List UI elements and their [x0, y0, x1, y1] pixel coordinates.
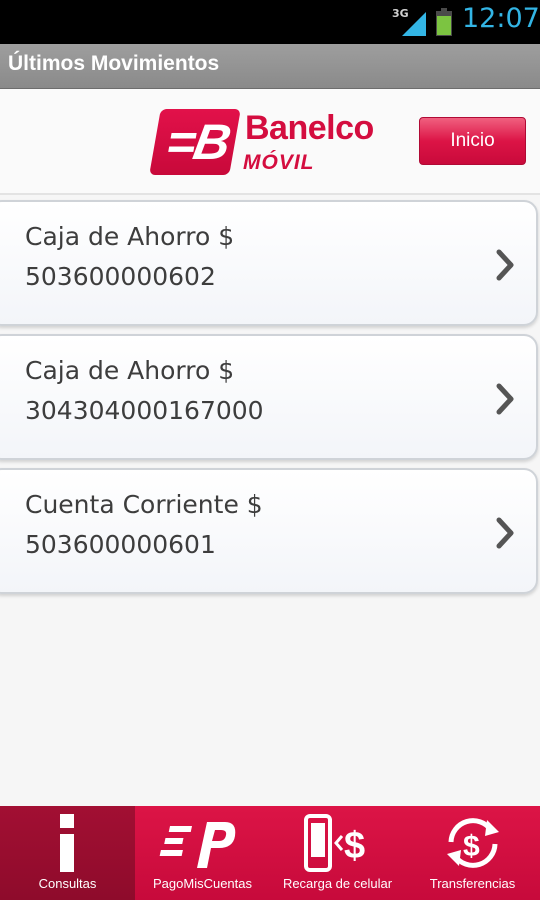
transfer-icon: $	[447, 818, 499, 868]
signal-icon	[402, 12, 426, 36]
account-number: 503600000602	[25, 262, 216, 291]
battery-icon	[436, 8, 452, 36]
nav-consultas[interactable]: Consultas	[0, 806, 135, 900]
logo-subtitle: MÓVIL	[243, 151, 315, 174]
page-title: Últimos Movimientos	[8, 52, 220, 75]
nav-transferencias[interactable]: $ Transferencias	[405, 806, 540, 900]
info-icon	[60, 814, 74, 872]
bottom-nav: Consultas PagoMisCuentas $ Recarga de ce…	[0, 806, 540, 900]
account-item[interactable]: Caja de Ahorro $ 503600000602	[0, 200, 538, 326]
nav-label: Consultas	[38, 876, 97, 891]
account-type: Caja de Ahorro $	[25, 356, 235, 385]
chevron-right-icon	[496, 249, 514, 281]
phone-recharge-icon: $	[304, 814, 365, 872]
title-bar: Últimos Movimientos	[0, 44, 540, 89]
nav-recarga-celular[interactable]: $ Recarga de celular	[270, 806, 405, 900]
nav-label: Recarga de celular	[282, 876, 393, 891]
account-type: Cuenta Corriente $	[25, 490, 263, 519]
chevron-right-icon	[496, 383, 514, 415]
pagomiscuentas-icon	[159, 822, 236, 868]
banelco-logo-mark: =B	[149, 109, 241, 175]
nav-label: PagoMisCuentas	[153, 876, 252, 891]
banelco-logo: =B Banelco MÓVIL	[149, 107, 395, 179]
chevron-right-icon	[496, 517, 514, 549]
account-number: 503600000601	[25, 530, 216, 559]
account-item[interactable]: Caja de Ahorro $ 304304000167000	[0, 334, 538, 460]
nav-pagomiscuentas[interactable]: PagoMisCuentas	[135, 806, 270, 900]
inicio-button[interactable]: Inicio	[419, 117, 526, 165]
svg-text:$: $	[344, 825, 365, 867]
account-type: Caja de Ahorro $	[25, 222, 235, 251]
account-item[interactable]: Cuenta Corriente $ 503600000601	[0, 468, 538, 594]
clock: 12:07	[462, 3, 540, 34]
nav-label: Transferencias	[429, 876, 516, 891]
header: =B Banelco MÓVIL Inicio	[0, 89, 540, 195]
account-number: 304304000167000	[25, 396, 264, 425]
logo-name: Banelco	[245, 109, 374, 147]
logo-mark-text: =B	[162, 114, 234, 170]
svg-text:$: $	[463, 830, 480, 863]
status-bar: 3G 12:07	[0, 0, 540, 44]
